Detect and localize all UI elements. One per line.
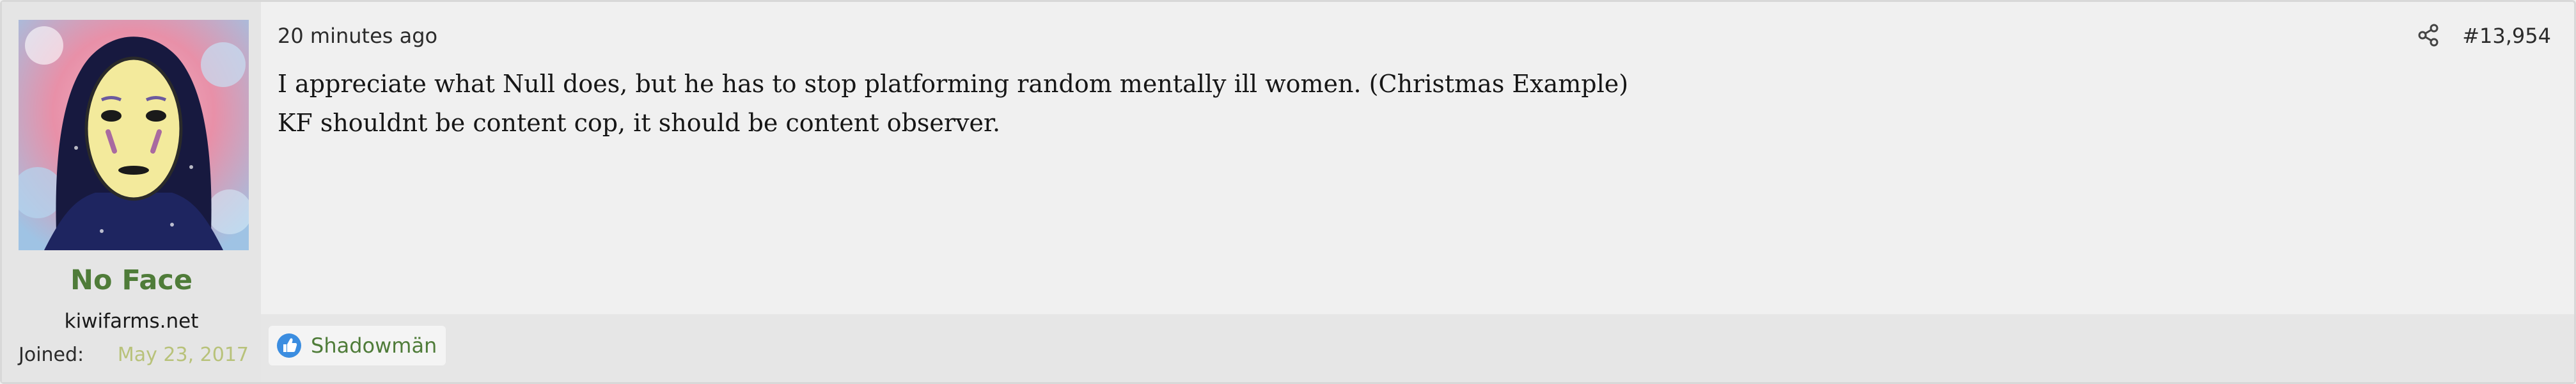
user-title: kiwifarms.net: [64, 310, 199, 333]
avatar[interactable]: [19, 20, 249, 250]
joined-label: Joined:: [19, 344, 84, 366]
user-panel: No Face kiwifarms.net Joined: May 23, 20…: [2, 2, 261, 382]
joined-date: May 23, 2017: [117, 344, 249, 366]
username[interactable]: No Face: [2, 264, 261, 296]
reaction-bar: Shadowmän: [261, 314, 2574, 382]
post-header: 20 minutes ago #13,954: [274, 21, 2551, 53]
post-body-line: I appreciate what Null does, but he has …: [278, 70, 1629, 98]
post-number[interactable]: #13,954: [2462, 24, 2551, 48]
like-icon: [277, 333, 301, 358]
reaction-user[interactable]: Shadowmän: [311, 333, 437, 358]
forum-post: No Face kiwifarms.net Joined: May 23, 20…: [0, 0, 2576, 384]
share-icon[interactable]: [2415, 22, 2441, 48]
post-body-line: KF shouldnt be content cop, it should be…: [278, 109, 1001, 137]
post-body: I appreciate what Null does, but he has …: [278, 65, 1628, 143]
joined-row: Joined: May 23, 2017: [19, 344, 249, 366]
reaction-list[interactable]: Shadowmän: [269, 326, 446, 365]
post-timestamp[interactable]: 20 minutes ago: [278, 24, 437, 48]
post-main: 20 minutes ago #13,954 I appreciate what…: [261, 2, 2574, 382]
